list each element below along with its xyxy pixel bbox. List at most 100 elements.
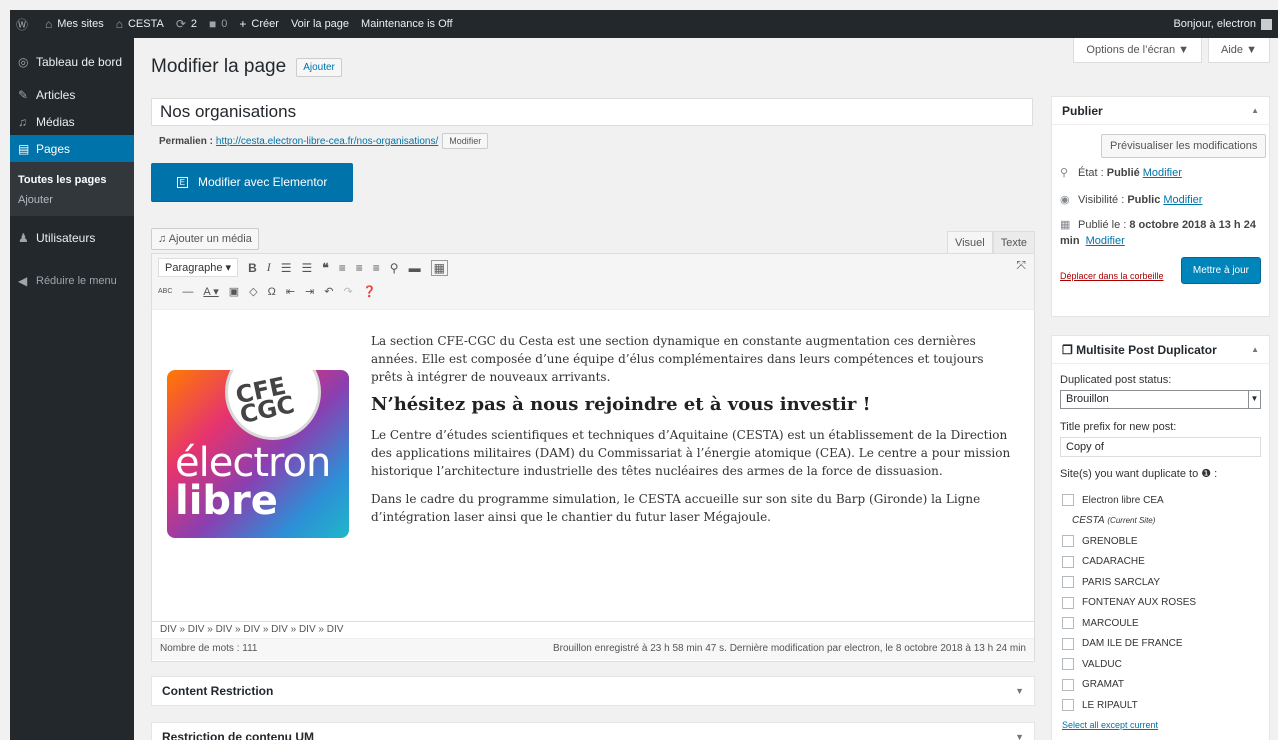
- blockquote-icon[interactable]: ❝: [322, 261, 328, 275]
- select-all-link[interactable]: Select all except current: [1052, 716, 1269, 734]
- site-label: FONTENAY AUX ROSES: [1082, 597, 1197, 609]
- outdent-icon[interactable]: ⇤: [286, 285, 295, 298]
- my-sites-link[interactable]: ⌂ Mes sites: [39, 10, 110, 38]
- screen-options-button[interactable]: Options de l’écran ▼: [1073, 38, 1203, 63]
- box-title: Content Restriction: [162, 684, 274, 698]
- format-select[interactable]: Paragraphe ▾: [158, 258, 239, 277]
- chevron-down-icon[interactable]: ▼: [1015, 732, 1024, 740]
- toolbar-toggle-icon[interactable]: ▦: [430, 259, 448, 276]
- update-button[interactable]: Mettre à jour: [1180, 257, 1261, 284]
- elementor-icon: E: [176, 176, 188, 188]
- status-row: ⚲ État : Publié Modifier: [1060, 166, 1182, 180]
- italic-icon[interactable]: I: [267, 260, 271, 275]
- preview-changes-button[interactable]: Prévisualiser les modifications: [1101, 134, 1267, 158]
- site-label: CADARACHE: [1082, 556, 1145, 568]
- read-more-icon[interactable]: ▬: [409, 261, 421, 275]
- site-checkbox-row[interactable]: CADARACHE: [1052, 552, 1269, 573]
- site-checkbox-row[interactable]: VALDUC: [1052, 654, 1269, 675]
- account-menu[interactable]: Bonjour, electron: [1173, 18, 1278, 30]
- chevron-up-icon[interactable]: ▲: [1251, 106, 1259, 115]
- bold-icon[interactable]: B: [248, 261, 257, 275]
- edit-with-elementor-button[interactable]: E Modifier avec Elementor: [151, 163, 353, 201]
- permalink-link[interactable]: http://cesta.electron-libre-cea.fr/nos-o…: [216, 136, 438, 147]
- sidebar-item-pages[interactable]: ▤ Pages: [10, 135, 134, 162]
- electron-libre-logo: CFE CGC électron libre: [167, 370, 349, 538]
- horizontal-line-icon[interactable]: —: [182, 286, 193, 298]
- add-media-button[interactable]: ♫ Ajouter un média: [151, 228, 259, 250]
- paste-text-icon[interactable]: ▣: [229, 285, 239, 298]
- chevron-up-icon[interactable]: ▲: [1251, 345, 1259, 354]
- tab-visual[interactable]: Visuel: [946, 231, 993, 254]
- submenu-all-pages[interactable]: Toutes les pages: [10, 170, 134, 190]
- site-label: GRAMAT: [1082, 679, 1125, 691]
- post-title-input[interactable]: Nos organisations: [151, 98, 1033, 126]
- view-page-link[interactable]: Voir la page: [285, 10, 355, 38]
- site-checkbox-row[interactable]: MARCOULE: [1052, 613, 1269, 634]
- editor-content[interactable]: CFE CGC électron libre La section CFE-CG…: [151, 309, 1035, 622]
- checkbox[interactable]: [1062, 637, 1074, 650]
- help-button[interactable]: Aide ▼: [1208, 38, 1270, 63]
- sidebar-item-articles[interactable]: ✎ Articles: [10, 81, 134, 108]
- sidebar-item-media[interactable]: ♫ Médias: [10, 108, 134, 135]
- align-right-icon[interactable]: ≡: [373, 261, 380, 275]
- publish-header[interactable]: Publier ▲: [1052, 97, 1269, 125]
- special-char-icon[interactable]: Ω: [268, 286, 276, 298]
- comments-link[interactable]: ■ 0: [203, 10, 233, 38]
- undo-icon[interactable]: ↶: [324, 285, 333, 298]
- site-checkbox-row[interactable]: GRAMAT: [1052, 675, 1269, 696]
- checkbox[interactable]: [1062, 555, 1074, 568]
- site-checkbox-row[interactable]: Electron libre CEA: [1052, 490, 1269, 511]
- numbered-list-icon[interactable]: ☰: [302, 261, 313, 275]
- checkbox[interactable]: [1062, 617, 1074, 630]
- align-center-icon[interactable]: ≡: [356, 261, 363, 275]
- text-color-icon[interactable]: A ▾: [203, 285, 218, 298]
- site-checkbox-row[interactable]: PARIS SARCLAY: [1052, 572, 1269, 593]
- checkbox[interactable]: [1062, 658, 1074, 671]
- content-restriction-box[interactable]: Content Restriction ▼: [151, 676, 1035, 706]
- move-to-trash-link[interactable]: Déplacer dans la corbeille: [1060, 271, 1164, 281]
- bullet-list-icon[interactable]: ☰: [281, 261, 292, 275]
- link-icon[interactable]: ⚲: [390, 261, 399, 275]
- redo-icon[interactable]: ↷: [343, 285, 352, 298]
- sidebar-item-users[interactable]: ♟ Utilisateurs: [10, 224, 134, 251]
- edit-permalink-button[interactable]: Modifier: [442, 133, 489, 149]
- updates-link[interactable]: ⟳ 2: [170, 10, 203, 38]
- wordpress-logo[interactable]: Ⓦ: [10, 10, 39, 38]
- maintenance-link[interactable]: Maintenance is Off: [355, 10, 459, 38]
- clear-format-icon[interactable]: ◇: [249, 285, 257, 298]
- chevron-down-icon[interactable]: ▼: [1015, 686, 1024, 696]
- site-checkbox-row[interactable]: GRENOBLE: [1052, 531, 1269, 552]
- sidebar-item-dashboard[interactable]: ◎ Tableau de bord: [10, 48, 134, 75]
- sidebar-item-label: Articles: [36, 87, 76, 102]
- collapse-menu[interactable]: ◀ Réduire le menu: [10, 267, 134, 294]
- status-select[interactable]: Brouillon ▼: [1060, 390, 1261, 409]
- submenu-add-page[interactable]: Ajouter: [10, 190, 134, 210]
- checkbox[interactable]: [1062, 678, 1074, 691]
- help-icon[interactable]: ❓: [363, 285, 377, 298]
- checkbox[interactable]: [1062, 596, 1074, 609]
- fullscreen-icon[interactable]: ⤧: [1016, 258, 1026, 273]
- site-checkbox-row[interactable]: DAM ILE DE FRANCE: [1052, 634, 1269, 655]
- checkbox[interactable]: [1062, 535, 1074, 548]
- edit-status-link[interactable]: Modifier: [1143, 167, 1182, 179]
- add-new-page-button[interactable]: Ajouter: [296, 57, 342, 77]
- edit-visibility-link[interactable]: Modifier: [1163, 194, 1202, 206]
- duplicator-header[interactable]: ❐ Multisite Post Duplicator ▲: [1052, 336, 1269, 364]
- site-checkbox-row[interactable]: LE RIPAULT: [1052, 695, 1269, 716]
- align-left-icon[interactable]: ≡: [339, 261, 346, 275]
- checkbox[interactable]: [1062, 494, 1074, 507]
- create-link[interactable]: + Créer: [233, 10, 285, 38]
- site-link[interactable]: ⌂ CESTA: [110, 10, 170, 38]
- info-icon[interactable]: ❶: [1201, 468, 1211, 480]
- site-checkbox-row[interactable]: FONTENAY AUX ROSES: [1052, 593, 1269, 614]
- checkbox[interactable]: [1062, 576, 1074, 589]
- sidebar-item-label: Utilisateurs: [36, 230, 96, 245]
- checkbox[interactable]: [1062, 699, 1074, 712]
- prefix-input[interactable]: Copy of: [1060, 437, 1261, 457]
- tab-text[interactable]: Texte: [992, 231, 1035, 254]
- edit-date-link[interactable]: Modifier: [1086, 235, 1125, 247]
- restriction-um-box[interactable]: Restriction de contenu UM ▼: [151, 722, 1035, 740]
- indent-icon[interactable]: ⇥: [305, 285, 314, 298]
- site-label: Electron libre CEA: [1082, 494, 1164, 506]
- strikethrough-icon[interactable]: ABC: [158, 288, 172, 295]
